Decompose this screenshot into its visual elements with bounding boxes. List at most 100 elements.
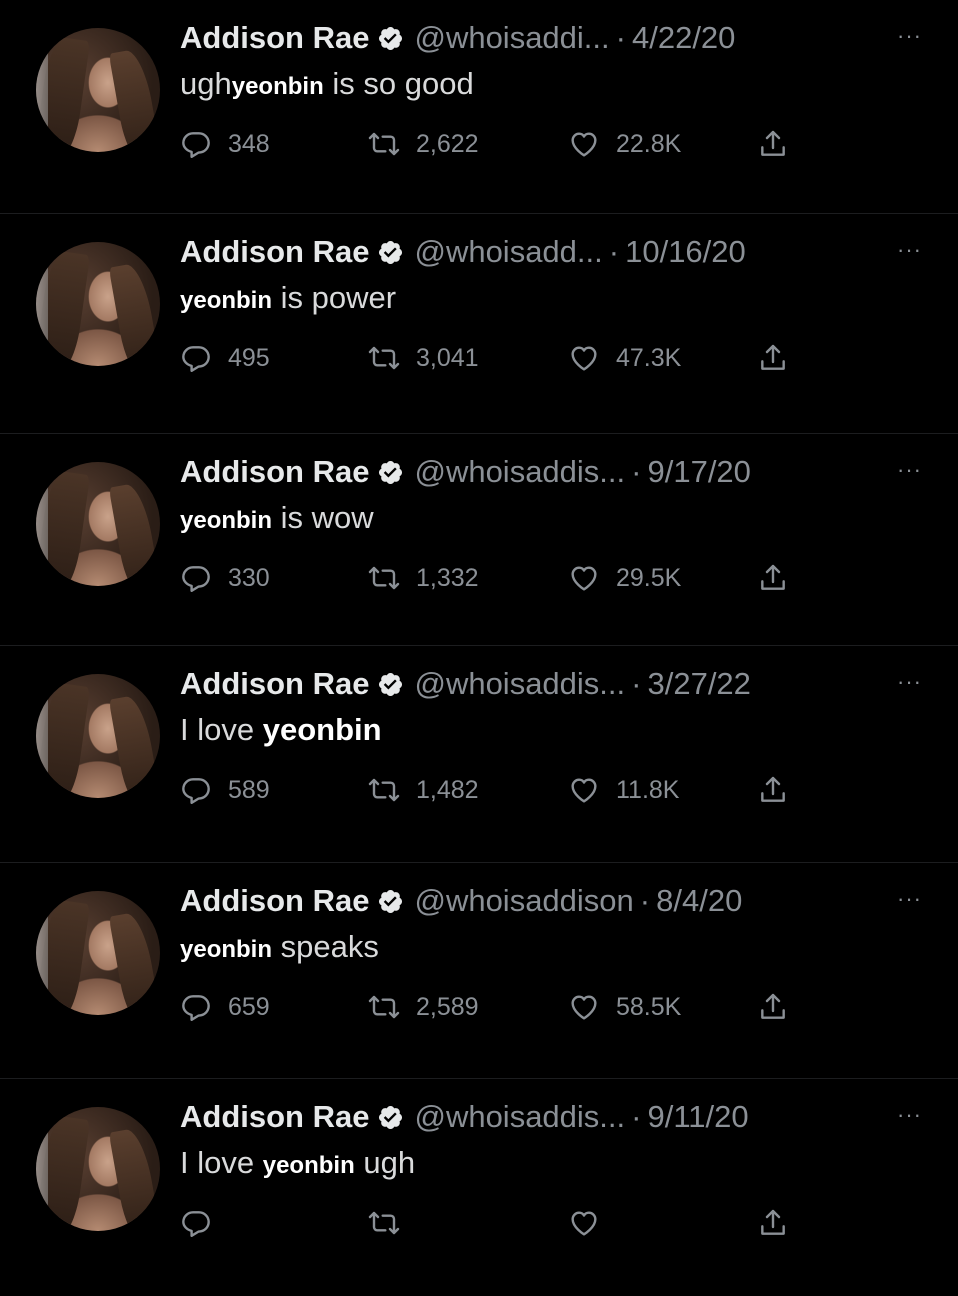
display-name[interactable]: Addison Rae <box>180 234 369 270</box>
more-options-icon[interactable]: ··· <box>897 459 922 481</box>
user-handle[interactable]: @whoisadd... <box>414 234 602 270</box>
retweet-button[interactable]: 2,622 <box>368 128 479 160</box>
tweet-actions: 330 1,332 29.5K <box>180 562 820 606</box>
tweet-actions: 495 3,041 47.3K <box>180 342 820 386</box>
tweet-date[interactable]: 10/16/20 <box>625 234 746 270</box>
retweet-count: 3,041 <box>416 343 479 372</box>
display-name[interactable]: Addison Rae <box>180 1099 369 1135</box>
avatar-hair-right <box>108 47 160 152</box>
tweet-date[interactable]: 4/22/20 <box>632 20 735 56</box>
more-options-icon[interactable]: ··· <box>897 671 922 693</box>
avatar[interactable] <box>36 674 160 798</box>
tweet[interactable]: Addison Rae @whoisaddis... · 9/11/20 ···… <box>0 1078 958 1296</box>
reply-button[interactable]: 589 <box>180 774 270 806</box>
tweet-date[interactable]: 9/11/20 <box>647 1099 748 1135</box>
highlighted-word: yeonbin <box>231 73 324 100</box>
heart-icon <box>571 1211 597 1236</box>
share-button[interactable] <box>757 562 789 594</box>
tweet-date[interactable]: 8/4/20 <box>656 883 742 919</box>
retweet-button[interactable]: 2,589 <box>368 991 479 1023</box>
retweet-icon <box>368 566 400 590</box>
user-handle[interactable]: @whoisaddi... <box>414 20 609 56</box>
tweet[interactable]: Addison Rae @whoisaddis... · 9/17/20 ···… <box>0 433 958 651</box>
highlighted-word: yeonbin <box>262 1152 355 1179</box>
retweet-count: 1,482 <box>416 775 479 804</box>
avatar[interactable] <box>36 28 160 152</box>
reply-button[interactable]: 348 <box>180 128 270 160</box>
tweet-text-segment: I love <box>180 712 263 747</box>
avatar-frame <box>36 891 48 1015</box>
retweet-count: 1,332 <box>416 563 479 592</box>
verified-badge-icon <box>379 672 403 696</box>
reply-icon <box>182 995 210 1021</box>
tweet-date[interactable]: 3/27/22 <box>647 666 750 702</box>
retweet-button[interactable]: 3,041 <box>368 342 479 374</box>
avatar[interactable] <box>36 1107 160 1231</box>
like-count: 58.5K <box>616 992 682 1021</box>
share-button[interactable] <box>757 991 789 1023</box>
like-button[interactable]: 47.3K <box>568 342 681 374</box>
reply-button[interactable]: 495 <box>180 342 270 374</box>
retweet-icon <box>368 778 400 802</box>
display-name[interactable]: Addison Rae <box>180 883 369 919</box>
tweet[interactable]: Addison Rae @whoisaddi... · 4/22/20 ··· … <box>0 0 958 217</box>
avatar-hair-right <box>108 261 160 366</box>
separator-dot: · <box>631 666 642 701</box>
like-button[interactable]: 22.8K <box>568 128 681 160</box>
like-button[interactable]: 58.5K <box>568 991 681 1023</box>
share-button[interactable] <box>757 342 789 374</box>
heart-icon <box>571 778 597 803</box>
user-handle[interactable]: @whoisaddis... <box>414 1099 625 1135</box>
tweet-header: Addison Rae @whoisadd... · 10/16/20 <box>180 232 746 272</box>
like-count: 11.8K <box>616 775 680 804</box>
user-handle[interactable]: @whoisaddis... <box>414 666 625 702</box>
user-handle[interactable]: @whoisaddis... <box>414 454 625 490</box>
display-name[interactable]: Addison Rae <box>180 666 369 702</box>
tweet-text: yeonbin speaks <box>180 929 379 965</box>
avatar-hair-right <box>108 1126 160 1231</box>
avatar[interactable] <box>36 242 160 366</box>
reply-button[interactable]: 659 <box>180 991 270 1023</box>
verified-badge-icon <box>379 889 403 913</box>
display-name[interactable]: Addison Rae <box>180 454 369 490</box>
share-button[interactable] <box>757 128 789 160</box>
retweet-button[interactable] <box>368 1207 416 1239</box>
tweet-actions: 348 2,622 22.8K <box>180 128 820 172</box>
tweet[interactable]: Addison Rae @whoisaddison · 8/4/20 ··· y… <box>0 862 958 1080</box>
share-icon <box>761 993 785 1019</box>
share-button[interactable] <box>757 1207 789 1239</box>
tweet-text-segment: is wow <box>272 500 374 535</box>
like-button[interactable]: 29.5K <box>568 562 681 594</box>
like-button[interactable] <box>568 1207 616 1239</box>
reply-icon <box>182 778 210 804</box>
user-handle[interactable]: @whoisaddison <box>414 883 633 919</box>
more-options-icon[interactable]: ··· <box>897 239 922 261</box>
separator-dot: · <box>615 20 626 55</box>
more-options-icon[interactable]: ··· <box>897 1104 922 1126</box>
tweet-header: Addison Rae @whoisaddison · 8/4/20 <box>180 881 742 921</box>
reply-count: 495 <box>228 343 270 372</box>
tweet[interactable]: Addison Rae @whoisaddis... · 3/27/22 ···… <box>0 645 958 863</box>
tweet[interactable]: Addison Rae @whoisadd... · 10/16/20 ··· … <box>0 213 958 431</box>
reply-button[interactable]: 330 <box>180 562 270 594</box>
avatar[interactable] <box>36 462 160 586</box>
share-button[interactable] <box>757 774 789 806</box>
verified-badge-icon <box>379 1105 403 1129</box>
tweet-date[interactable]: 9/17/20 <box>647 454 750 490</box>
tweet-text: yeonbin is wow <box>180 500 374 536</box>
avatar[interactable] <box>36 891 160 1015</box>
retweet-icon <box>368 132 400 156</box>
tweet-actions: 659 2,589 58.5K <box>180 991 820 1035</box>
retweet-button[interactable]: 1,332 <box>368 562 479 594</box>
retweet-button[interactable]: 1,482 <box>368 774 479 806</box>
retweet-icon <box>368 995 400 1019</box>
like-button[interactable]: 11.8K <box>568 774 679 806</box>
reply-button[interactable] <box>180 1207 228 1239</box>
tweet-text: I love yeonbin <box>180 712 382 748</box>
highlighted-word: yeonbin <box>180 507 273 534</box>
more-options-icon[interactable]: ··· <box>897 25 922 47</box>
verified-badge-icon <box>379 460 403 484</box>
more-options-icon[interactable]: ··· <box>897 888 922 910</box>
display-name[interactable]: Addison Rae <box>180 20 369 56</box>
tweet-header: Addison Rae @whoisaddi... · 4/22/20 <box>180 18 735 58</box>
